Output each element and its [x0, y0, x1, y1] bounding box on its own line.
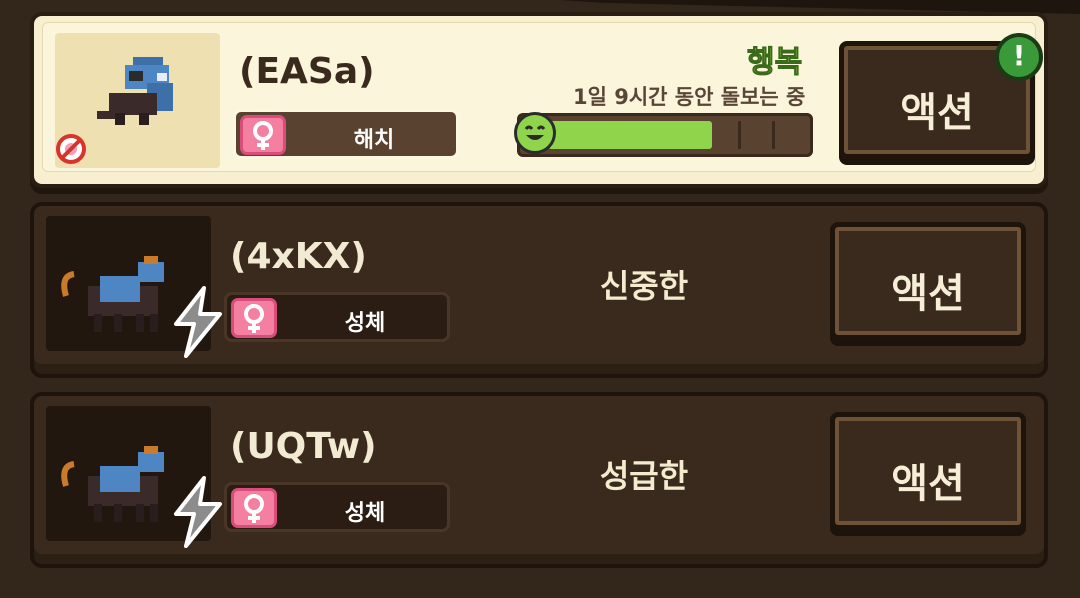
- lightning-bolt-icon: [168, 476, 228, 548]
- growth-stage-pill: 해치: [233, 109, 459, 159]
- growth-stage-label: 해치: [353, 128, 395, 153]
- no-breeding-icon: [55, 133, 87, 165]
- pet-name: (EASa): [239, 51, 375, 92]
- mood-label: 행복: [746, 45, 803, 81]
- personality-trait: 성급한: [599, 457, 689, 495]
- female-symbol-icon: [240, 115, 286, 155]
- alert-badge[interactable]: !: [995, 33, 1043, 81]
- happiness-bar: [514, 112, 813, 157]
- growth-stage-label: 성체: [344, 311, 386, 336]
- lightning-bolt-icon: [168, 286, 228, 358]
- personality-trait: 신중한: [599, 267, 689, 305]
- happiness-bar-fill: [548, 121, 712, 149]
- female-symbol-icon: [231, 298, 277, 338]
- pet-card-1[interactable]: (EASa) 해치 행복 1일 9시간 동안 돌보는 중 액션 !: [30, 12, 1048, 188]
- growth-stage-pill: 성체: [224, 292, 450, 342]
- pet-portrait: [46, 216, 222, 358]
- care-duration-text: 1일 9시간 동안 돌보는 중: [573, 85, 806, 109]
- action-button-label: 액션: [900, 90, 974, 136]
- pet-card-3[interactable]: (UQTw) 성체 성급한 액션: [30, 392, 1048, 568]
- action-button-label: 액션: [891, 271, 965, 317]
- bar-segment-divider: [738, 121, 741, 149]
- pet-card-2[interactable]: (4xKX) 성체 신중한 액션: [30, 202, 1048, 378]
- pet-name: (4xKX): [230, 236, 367, 277]
- female-symbol-icon: [231, 488, 277, 528]
- alert-badge-text: !: [1012, 39, 1026, 72]
- growth-stage-label: 성체: [344, 501, 386, 526]
- action-button-label: 액션: [891, 461, 965, 507]
- card-inner-panel: (EASa) 해치 행복 1일 9시간 동안 돌보는 중 액션 !: [42, 22, 1043, 172]
- pet-portrait: [46, 406, 222, 548]
- action-button[interactable]: 액션: [830, 222, 1026, 340]
- pet-name: (UQTw): [230, 426, 377, 467]
- smiley-face-icon: [514, 112, 556, 154]
- bar-segment-divider: [772, 121, 775, 149]
- growth-stage-pill: 성체: [224, 482, 450, 532]
- action-button[interactable]: 액션: [830, 412, 1026, 530]
